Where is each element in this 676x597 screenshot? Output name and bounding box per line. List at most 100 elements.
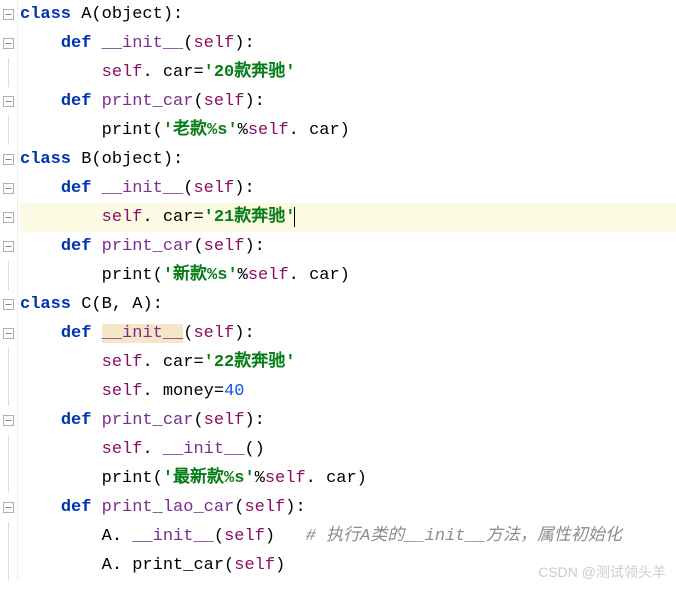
fold-guide-icon	[0, 116, 18, 145]
code-editor: class A(object): def __init__(self): sel…	[0, 0, 676, 597]
token-cls: object	[102, 5, 163, 24]
fold-gutter	[0, 0, 18, 597]
fold-toggle-icon[interactable]	[0, 493, 18, 522]
token-cls: object	[102, 150, 163, 169]
token-op: (	[91, 295, 101, 314]
token-op: (	[214, 527, 224, 546]
fold-toggle-icon[interactable]	[0, 87, 18, 116]
token-op: ,	[112, 295, 132, 314]
token-fn: print_car	[102, 411, 194, 430]
fold-toggle-icon[interactable]	[0, 232, 18, 261]
token-kw: class	[20, 5, 81, 24]
code-line[interactable]: A. print_car(self)	[20, 551, 676, 580]
fold-guide-icon	[0, 551, 18, 580]
code-area[interactable]: class A(object): def __init__(self): sel…	[18, 0, 676, 597]
token-self: self	[193, 179, 234, 198]
token-fn: print_car	[102, 237, 194, 256]
token-str: '老款%s'	[163, 121, 238, 140]
token-self: self	[102, 382, 143, 401]
token-cls: A	[102, 527, 112, 546]
token-def: def	[61, 411, 102, 430]
token-op: (	[153, 121, 163, 140]
code-line[interactable]: A. __init__(self) # 执行A类的__init__方法，属性初始…	[20, 522, 676, 551]
token-op: (	[91, 5, 101, 24]
code-line[interactable]: print('最新款%s'%self. car)	[20, 464, 676, 493]
token-op: (	[153, 469, 163, 488]
token-self: self	[244, 498, 285, 517]
token-cmt: # 执行A类的__init__方法，属性初始化	[306, 527, 622, 546]
code-line[interactable]: print('老款%s'%self. car)	[20, 116, 676, 145]
token-fn: print_lao_car	[102, 498, 235, 517]
token-op: )	[275, 556, 285, 575]
token-self: self	[102, 63, 143, 82]
code-line[interactable]: def print_car(self):	[20, 406, 676, 435]
fold-guide-icon	[0, 377, 18, 406]
token-fn: __init__	[102, 179, 184, 198]
token-op: . car=	[142, 353, 203, 372]
token-op: (	[183, 324, 193, 343]
code-line[interactable]: def __init__(self):	[20, 29, 676, 58]
fold-toggle-icon[interactable]	[0, 406, 18, 435]
token-cls: B	[102, 295, 112, 314]
token-op: ):	[234, 34, 254, 53]
token-op: ):	[285, 498, 305, 517]
code-line[interactable]: def print_car(self):	[20, 87, 676, 116]
token-cls: A	[81, 5, 91, 24]
token-str: '20款奔驰'	[204, 63, 296, 82]
fold-toggle-icon[interactable]	[0, 174, 18, 203]
fold-toggle-icon[interactable]	[0, 145, 18, 174]
token-op: (	[193, 92, 203, 111]
token-self: self	[102, 440, 143, 459]
token-cls: A	[132, 295, 142, 314]
token-str: '22款奔驰'	[204, 353, 296, 372]
token-op: .	[142, 440, 162, 459]
token-str: '新款%s'	[163, 266, 238, 285]
token-fn: __init__	[163, 440, 245, 459]
token-op: .	[112, 527, 132, 546]
code-line[interactable]: self. car='22款奔驰'	[20, 348, 676, 377]
token-call: print	[102, 121, 153, 140]
code-line[interactable]: self. car='21款奔驰'	[20, 203, 676, 232]
code-line[interactable]: def print_car(self):	[20, 232, 676, 261]
code-line[interactable]: def __init__(self):	[20, 174, 676, 203]
code-line[interactable]: self. money=40	[20, 377, 676, 406]
fold-toggle-icon[interactable]	[0, 29, 18, 58]
token-op: (	[183, 34, 193, 53]
code-line[interactable]: def __init__(self):	[20, 319, 676, 348]
token-self: self	[193, 34, 234, 53]
token-cls: A	[102, 556, 112, 575]
fold-toggle-icon[interactable]	[0, 203, 18, 232]
token-self: self	[204, 92, 245, 111]
fold-guide-icon	[0, 464, 18, 493]
fold-toggle-icon[interactable]	[0, 319, 18, 348]
text-cursor	[294, 207, 295, 227]
token-op: (	[234, 498, 244, 517]
code-line[interactable]: def print_lao_car(self):	[20, 493, 676, 522]
token-self: self	[204, 237, 245, 256]
token-op: . money=	[142, 382, 224, 401]
token-cls: C	[81, 295, 91, 314]
token-self: self	[102, 353, 143, 372]
token-op: ):	[244, 411, 264, 430]
token-self: self	[204, 411, 245, 430]
token-op: . car)	[289, 266, 350, 285]
code-line[interactable]: self. car='20款奔驰'	[20, 58, 676, 87]
code-line[interactable]: self. __init__()	[20, 435, 676, 464]
fold-toggle-icon[interactable]	[0, 290, 18, 319]
fold-toggle-icon[interactable]	[0, 0, 18, 29]
token-kw: class	[20, 295, 81, 314]
fold-guide-icon	[0, 58, 18, 87]
token-op: (	[193, 411, 203, 430]
code-line[interactable]: class C(B, A):	[20, 290, 676, 319]
token-fn: __init__	[102, 34, 184, 53]
token-op: (	[91, 150, 101, 169]
code-line[interactable]: class A(object):	[20, 0, 676, 29]
token-self: self	[224, 527, 265, 546]
token-num: 40	[224, 382, 244, 401]
token-op: %	[255, 469, 265, 488]
code-line[interactable]: class B(object):	[20, 145, 676, 174]
token-self: self	[102, 208, 143, 227]
token-op: ):	[234, 324, 254, 343]
code-line[interactable]: print('新款%s'%self. car)	[20, 261, 676, 290]
token-op: ):	[244, 237, 264, 256]
